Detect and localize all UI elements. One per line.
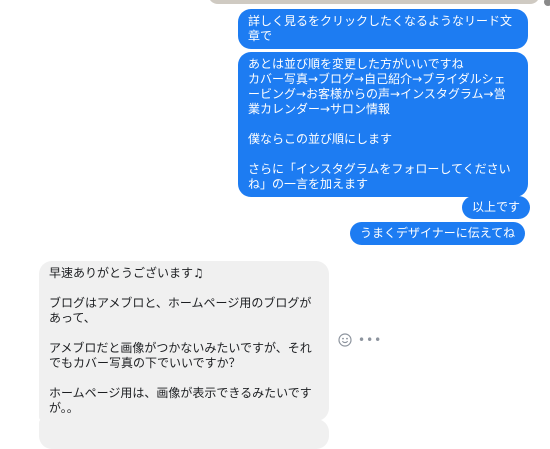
message-actions: •••: [338, 333, 382, 347]
outgoing-message[interactable]: 以上です: [462, 196, 531, 219]
more-icon[interactable]: •••: [358, 334, 382, 346]
outgoing-message[interactable]: うまくデザイナーに伝えてね: [350, 222, 526, 245]
smiley-icon[interactable]: [338, 333, 352, 347]
scroll-indicator: [544, 0, 550, 6]
incoming-message[interactable]: 早速ありがとうございます♫ ブログはアメブロと、ホームページ用のブログが あって…: [39, 261, 329, 421]
outgoing-message[interactable]: 詳しく見るをクリックしたくなるようなリード文 章で: [238, 9, 528, 49]
outgoing-message[interactable]: あとは並び順を変更した方がいいですね カバー写真→ブログ→自己紹介→ブライダルシ…: [238, 52, 528, 197]
incoming-message-partial[interactable]: [39, 419, 329, 449]
image-attachment-preview[interactable]: [208, 0, 540, 4]
